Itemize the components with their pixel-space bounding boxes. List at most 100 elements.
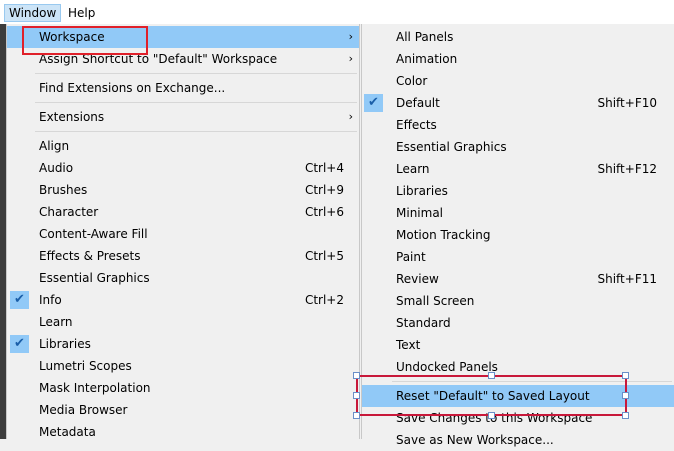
ws-item-color[interactable]: Color — [362, 70, 674, 92]
ws-item-libraries[interactable]: Libraries — [362, 180, 674, 202]
ws-item-review[interactable]: Review Shift+F11 — [362, 268, 674, 290]
menu-item-lumetri-scopes[interactable]: Lumetri Scopes — [7, 355, 359, 377]
menu-item-label: All Panels — [396, 30, 454, 44]
ws-item-effects[interactable]: Effects — [362, 114, 674, 136]
menu-item-shortcut: Shift+F11 — [597, 272, 657, 286]
menu-item-label: Metadata — [39, 425, 96, 439]
menu-item-align[interactable]: Align — [7, 135, 359, 157]
menu-item-label: Info — [39, 293, 62, 307]
ws-item-minimal[interactable]: Minimal — [362, 202, 674, 224]
ws-item-learn[interactable]: Learn Shift+F12 — [362, 158, 674, 180]
ws-item-default[interactable]: ✔ Default Shift+F10 — [362, 92, 674, 114]
menu-item-effects-presets[interactable]: Effects & Presets Ctrl+5 — [7, 245, 359, 267]
resize-handle — [488, 372, 495, 379]
menu-item-shortcut: Ctrl+2 — [304, 293, 344, 307]
menu-item-label: Undocked Panels — [396, 360, 498, 374]
menu-item-label: Save as New Workspace... — [396, 433, 554, 447]
menu-item-shortcut: Ctrl+5 — [304, 249, 344, 263]
menu-item-label: Assign Shortcut to "Default" Workspace — [39, 52, 278, 66]
menu-item-label: Small Screen — [396, 294, 475, 308]
menu-item-character[interactable]: Character Ctrl+6 — [7, 201, 359, 223]
menu-bar: Window Help — [0, 0, 674, 24]
menu-item-extensions[interactable]: Extensions › — [7, 106, 359, 128]
menu-item-label: Learn — [39, 315, 73, 329]
menu-item-assign-shortcut[interactable]: Assign Shortcut to "Default" Workspace › — [7, 48, 359, 70]
menu-item-label: Mask Interpolation — [39, 381, 151, 395]
menu-item-label: Color — [396, 74, 428, 88]
menu-item-label: Character — [39, 205, 99, 219]
menu-item-label: Audio — [39, 161, 74, 175]
menu-item-label: Paint — [396, 250, 426, 264]
menu-item-label: Libraries — [396, 184, 448, 198]
menu-item-label: Find Extensions on Exchange... — [39, 81, 226, 95]
menu-separator — [392, 381, 672, 382]
chevron-right-icon: › — [348, 110, 353, 123]
menu-item-mask-interpolation[interactable]: Mask Interpolation — [7, 377, 359, 399]
menu-item-info[interactable]: ✔ Info Ctrl+2 — [7, 289, 359, 311]
menu-item-label: Minimal — [396, 206, 444, 220]
menu-item-essential-graphics[interactable]: Essential Graphics — [7, 267, 359, 289]
menu-item-label: Effects & Presets — [39, 249, 141, 263]
ws-item-paint[interactable]: Paint — [362, 246, 674, 268]
window-menu-dropdown: Workspace › Assign Shortcut to "Default"… — [6, 24, 360, 439]
menu-separator — [35, 131, 357, 132]
menu-item-metadata[interactable]: Metadata — [7, 421, 359, 443]
menu-item-label: Essential Graphics — [396, 140, 507, 154]
menu-item-label: Essential Graphics — [39, 271, 150, 285]
chevron-right-icon: › — [348, 30, 353, 43]
chevron-right-icon: › — [348, 52, 353, 65]
ws-item-essential-graphics[interactable]: Essential Graphics — [362, 136, 674, 158]
menu-item-shortcut: Shift+F12 — [597, 162, 657, 176]
resize-handle — [353, 372, 360, 379]
menu-item-shortcut: Ctrl+4 — [304, 161, 344, 175]
menu-item-label: Learn — [396, 162, 430, 176]
checkmark-icon: ✔ — [364, 94, 383, 112]
resize-handle — [622, 412, 629, 419]
ws-item-motion-tracking[interactable]: Motion Tracking — [362, 224, 674, 246]
ws-item-all-panels[interactable]: All Panels — [362, 26, 674, 48]
menu-item-shortcut: Ctrl+6 — [304, 205, 344, 219]
resize-handle — [353, 412, 360, 419]
menu-item-label: Libraries — [39, 337, 91, 351]
menu-item-brushes[interactable]: Brushes Ctrl+9 — [7, 179, 359, 201]
menu-item-label: Review — [396, 272, 439, 286]
ws-item-small-screen[interactable]: Small Screen — [362, 290, 674, 312]
menu-item-label: Brushes — [39, 183, 88, 197]
menu-item-label: Extensions — [39, 110, 105, 124]
menu-item-label: Animation — [396, 52, 458, 66]
menu-separator — [35, 73, 357, 74]
checkmark-icon: ✔ — [10, 335, 29, 353]
menu-item-label: Default — [396, 96, 440, 110]
menu-item-workspace[interactable]: Workspace › — [7, 26, 359, 48]
menu-item-label: Workspace — [39, 30, 105, 44]
menu-item-find-extensions[interactable]: Find Extensions on Exchange... — [7, 77, 359, 99]
menu-item-label: Reset "Default" to Saved Layout — [396, 389, 590, 403]
menu-item-label: Text — [396, 338, 421, 352]
ws-item-animation[interactable]: Animation — [362, 48, 674, 70]
resize-handle — [353, 392, 360, 399]
menu-item-audio[interactable]: Audio Ctrl+4 — [7, 157, 359, 179]
ws-item-save-new[interactable]: Save as New Workspace... — [362, 429, 674, 451]
menu-item-label: Align — [39, 139, 70, 153]
resize-handle — [622, 392, 629, 399]
ws-item-text[interactable]: Text — [362, 334, 674, 356]
menu-item-label: Lumetri Scopes — [39, 359, 132, 373]
menu-item-label: Standard — [396, 316, 451, 330]
resize-handle — [488, 412, 495, 419]
menu-item-label: Effects — [396, 118, 437, 132]
menu-item-label: Media Browser — [39, 403, 128, 417]
resize-handle — [622, 372, 629, 379]
menu-separator — [35, 102, 357, 103]
menu-help[interactable]: Help — [64, 4, 99, 22]
menu-item-label: Content-Aware Fill — [39, 227, 148, 241]
menu-item-label: Motion Tracking — [396, 228, 491, 242]
menu-item-learn[interactable]: Learn — [7, 311, 359, 333]
menu-window[interactable]: Window — [4, 4, 62, 22]
menu-item-content-aware-fill[interactable]: Content-Aware Fill — [7, 223, 359, 245]
menu-item-shortcut: Shift+F10 — [597, 96, 657, 110]
menu-item-media-browser[interactable]: Media Browser — [7, 399, 359, 421]
menu-item-shortcut: Ctrl+9 — [304, 183, 344, 197]
ws-item-standard[interactable]: Standard — [362, 312, 674, 334]
menu-item-libraries[interactable]: ✔ Libraries — [7, 333, 359, 355]
checkmark-icon: ✔ — [10, 291, 29, 309]
